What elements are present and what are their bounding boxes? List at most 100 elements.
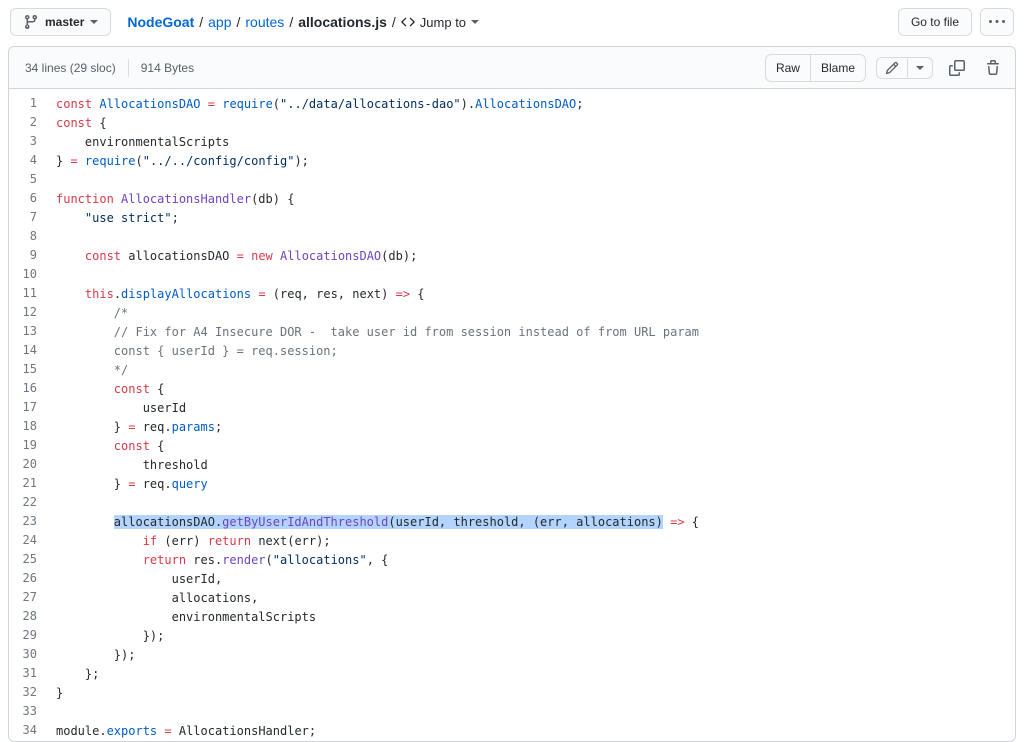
line-number[interactable]: 29 — [9, 627, 55, 646]
line-number[interactable]: 7 — [9, 209, 55, 228]
file-nav-right: Go to file — [898, 8, 1014, 36]
line-content: const allocationsDAO = new AllocationsDA… — [55, 247, 1015, 266]
jump-to-label: Jump to — [420, 15, 466, 30]
code-line: 24 if (err) return next(err); — [9, 532, 1015, 551]
code-line: 26 userId, — [9, 570, 1015, 589]
jump-to-dropdown[interactable]: Jump to — [401, 15, 479, 30]
line-number[interactable]: 16 — [9, 380, 55, 399]
line-number[interactable]: 27 — [9, 589, 55, 608]
copy-file-button[interactable] — [945, 56, 969, 80]
line-number[interactable]: 10 — [9, 266, 55, 285]
line-content: function AllocationsHandler(db) { — [55, 190, 1015, 209]
line-number[interactable]: 25 — [9, 551, 55, 570]
code-line: 18 } = req.params; — [9, 418, 1015, 437]
delete-file-button[interactable] — [981, 56, 1005, 80]
breadcrumb-dir-link-routes[interactable]: routes — [245, 14, 284, 30]
chevron-down-icon — [916, 66, 924, 70]
branch-name-label: master — [45, 15, 84, 29]
line-content: allocationsDAO.getByUserIdAndThreshold(u… — [55, 513, 1015, 532]
branch-selector-button[interactable]: master — [10, 8, 111, 36]
line-content: allocations, — [55, 589, 1015, 608]
line-number[interactable]: 11 — [9, 285, 55, 304]
line-number[interactable]: 3 — [9, 133, 55, 152]
line-number[interactable]: 12 — [9, 304, 55, 323]
breadcrumb-separator: / — [237, 14, 241, 30]
line-content: }); — [55, 627, 1015, 646]
code-line: 20 threshold — [9, 456, 1015, 475]
line-number[interactable]: 2 — [9, 114, 55, 133]
line-content — [55, 266, 1015, 285]
code-line: 7 "use strict"; — [9, 209, 1015, 228]
line-number[interactable]: 1 — [9, 95, 55, 114]
line-number[interactable]: 6 — [9, 190, 55, 209]
raw-button[interactable]: Raw — [765, 54, 811, 82]
code-line: 10 — [9, 266, 1015, 285]
line-content: const { — [55, 437, 1015, 456]
code-table: 1const AllocationsDAO = require("../data… — [9, 95, 1015, 741]
code-line: 17 userId — [9, 399, 1015, 418]
line-number[interactable]: 31 — [9, 665, 55, 684]
line-number[interactable]: 22 — [9, 494, 55, 513]
edit-options-dropdown-button[interactable] — [907, 57, 933, 79]
line-number[interactable]: 15 — [9, 361, 55, 380]
line-content: const { — [55, 114, 1015, 133]
code-line: 27 allocations, — [9, 589, 1015, 608]
line-number[interactable]: 18 — [9, 418, 55, 437]
line-number[interactable]: 8 — [9, 228, 55, 247]
line-content — [55, 228, 1015, 247]
line-content: userId, — [55, 570, 1015, 589]
line-number[interactable]: 5 — [9, 171, 55, 190]
line-content: this.displayAllocations = (req, res, nex… — [55, 285, 1015, 304]
line-content: } = require("../../config/config"); — [55, 152, 1015, 171]
line-content: }; — [55, 665, 1015, 684]
breadcrumb-separator: / — [392, 14, 396, 30]
line-number[interactable]: 14 — [9, 342, 55, 361]
file-header: 34 lines (29 sloc) 914 Bytes Raw Blame — [9, 47, 1015, 89]
line-content: const AllocationsDAO = require("../data/… — [55, 95, 1015, 114]
line-number[interactable]: 26 — [9, 570, 55, 589]
line-number[interactable]: 20 — [9, 456, 55, 475]
chevron-down-icon — [90, 20, 98, 24]
line-number[interactable]: 17 — [9, 399, 55, 418]
line-content: // Fix for A4 Insecure DOR - take user i… — [55, 323, 1015, 342]
line-content: /* — [55, 304, 1015, 323]
copy-icon — [949, 60, 965, 76]
code-line: 23 allocationsDAO.getByUserIdAndThreshol… — [9, 513, 1015, 532]
line-number[interactable]: 21 — [9, 475, 55, 494]
line-number[interactable]: 9 — [9, 247, 55, 266]
raw-blame-group: Raw Blame — [765, 54, 866, 82]
line-number[interactable]: 34 — [9, 722, 55, 741]
file-nav-bar: master NodeGoat / app / routes / allocat… — [0, 0, 1024, 44]
line-number[interactable]: 23 — [9, 513, 55, 532]
pencil-icon — [885, 61, 899, 75]
code-line: 28 environmentalScripts — [9, 608, 1015, 627]
chevron-down-icon — [471, 20, 479, 24]
kebab-icon — [989, 14, 1005, 30]
code-line: 25 return res.render("allocations", { — [9, 551, 1015, 570]
line-number[interactable]: 33 — [9, 703, 55, 722]
line-number[interactable]: 30 — [9, 646, 55, 665]
code-line: 3 environmentalScripts — [9, 133, 1015, 152]
file-actions: Raw Blame — [765, 54, 1005, 82]
code-line: 4} = require("../../config/config"); — [9, 152, 1015, 171]
code-line: 13 // Fix for A4 Insecure DOR - take use… — [9, 323, 1015, 342]
line-number[interactable]: 24 — [9, 532, 55, 551]
code-line: 16 const { — [9, 380, 1015, 399]
more-options-button[interactable] — [980, 8, 1014, 36]
breadcrumb-file-name: allocations.js — [298, 14, 387, 30]
line-number[interactable]: 32 — [9, 684, 55, 703]
edit-file-button[interactable] — [876, 57, 908, 79]
line-number[interactable]: 4 — [9, 152, 55, 171]
go-to-file-button[interactable]: Go to file — [898, 8, 972, 36]
blame-button[interactable]: Blame — [810, 54, 866, 82]
code-line: 30 }); — [9, 646, 1015, 665]
breadcrumb-repo-link[interactable]: NodeGoat — [127, 14, 194, 30]
breadcrumb-dir-link-app[interactable]: app — [208, 14, 231, 30]
code-line: 21 } = req.query — [9, 475, 1015, 494]
code-icon — [401, 15, 415, 29]
line-number[interactable]: 28 — [9, 608, 55, 627]
line-number[interactable]: 13 — [9, 323, 55, 342]
line-number[interactable]: 19 — [9, 437, 55, 456]
file-nav-left: master NodeGoat / app / routes / allocat… — [10, 8, 479, 36]
code-line: 34module.exports = AllocationsHandler; — [9, 722, 1015, 741]
